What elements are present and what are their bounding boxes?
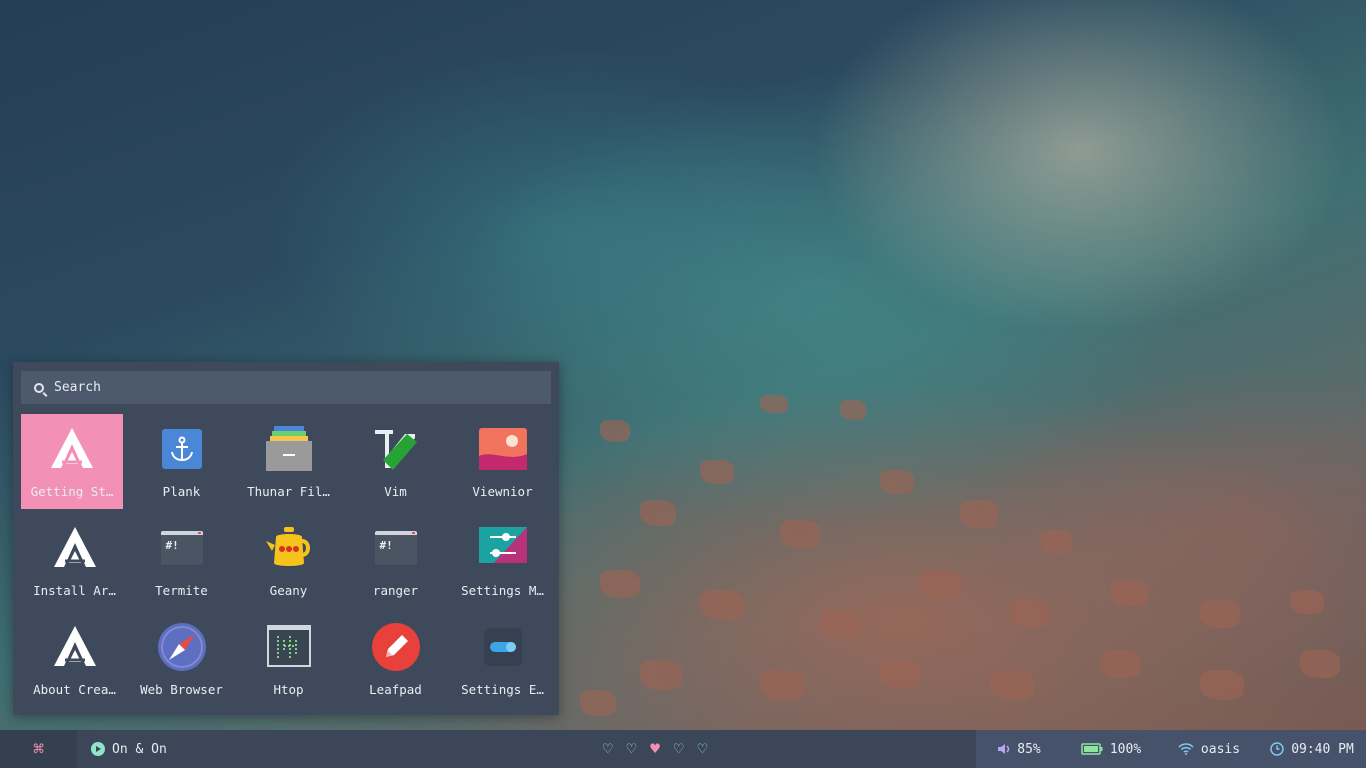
app-htop[interactable]: Htop	[235, 612, 342, 711]
workspace-4-heart-icon[interactable]: ♡	[674, 741, 684, 757]
app-about-creator[interactable]: About Crea…	[21, 612, 128, 711]
file-manager-icon	[264, 424, 314, 474]
now-playing-text: On & On	[112, 741, 167, 757]
pencil-icon	[371, 622, 421, 672]
app-label: Leafpad	[369, 682, 422, 697]
search-input[interactable]	[52, 379, 536, 396]
vim-icon	[371, 424, 421, 474]
app-vim[interactable]: Vim	[342, 414, 449, 513]
workspace-1-heart-icon[interactable]: ♡	[603, 741, 613, 757]
app-label: Settings M…	[461, 583, 544, 598]
workspace-5-heart-icon[interactable]: ♡	[698, 741, 708, 757]
speaker-icon	[998, 744, 1010, 754]
battery-level: 100%	[1109, 741, 1142, 757]
app-label: Getting St…	[30, 484, 114, 499]
app-label: Viewnior	[472, 484, 533, 499]
music-player[interactable]: On & On	[91, 730, 167, 768]
search-bar[interactable]	[21, 371, 551, 404]
wifi-icon	[1178, 743, 1194, 755]
clock-icon	[1270, 742, 1284, 756]
app-install-arch[interactable]: Install Ar…	[21, 513, 128, 612]
app-settings-editor[interactable]: Settings E…	[449, 612, 556, 711]
app-leafpad[interactable]: Leafpad	[342, 612, 449, 711]
app-menu-button[interactable]: ⌘	[0, 730, 77, 768]
app-ranger[interactable]: #! ranger	[342, 513, 449, 612]
battery-indicator[interactable]: 100%	[1062, 730, 1160, 768]
toggle-icon	[478, 622, 528, 672]
image-viewer-icon	[478, 424, 528, 474]
htop-icon	[264, 622, 314, 672]
command-icon: ⌘	[33, 738, 44, 760]
app-launcher: Getting St… Plank Thunar Fil… Vim Viewni…	[13, 362, 559, 715]
app-geany[interactable]: Geany	[235, 513, 342, 612]
workspace-3-heart-icon[interactable]: ♥	[650, 741, 660, 757]
app-termite[interactable]: #! Termite	[128, 513, 235, 612]
app-label: Web Browser	[140, 682, 223, 697]
clock-time: 09:40 PM	[1291, 741, 1354, 757]
app-thunar-file-manager[interactable]: Thunar Fil…	[235, 414, 342, 513]
app-label: Termite	[155, 583, 208, 598]
app-plank[interactable]: Plank	[128, 414, 235, 513]
app-label: Install Ar…	[33, 583, 116, 598]
app-label: Vim	[384, 484, 407, 499]
workspace-switcher: ♡ ♡ ♥ ♡ ♡	[603, 730, 707, 768]
search-icon	[34, 382, 44, 393]
app-grid: Getting St… Plank Thunar Fil… Vim Viewni…	[21, 414, 556, 711]
app-settings-manager[interactable]: Settings M…	[449, 513, 556, 612]
workspace-2-heart-icon[interactable]: ♡	[627, 741, 637, 757]
arch-logo-icon	[50, 622, 100, 672]
arch-logo-icon	[47, 424, 97, 474]
anchor-icon	[157, 424, 207, 474]
arch-logo-icon	[50, 523, 100, 573]
app-label: Thunar Fil…	[247, 484, 330, 499]
teapot-icon	[264, 523, 314, 573]
app-label: Htop	[273, 682, 304, 697]
compass-icon	[157, 622, 207, 672]
play-icon	[91, 742, 105, 756]
terminal-icon: #!	[371, 523, 421, 573]
battery-icon	[1081, 743, 1103, 755]
app-label: Settings E…	[461, 682, 544, 697]
app-label: Plank	[162, 484, 201, 499]
app-label: ranger	[372, 583, 419, 598]
terminal-icon: #!	[157, 523, 207, 573]
app-label: Geany	[269, 583, 308, 598]
settings-manager-icon	[478, 523, 528, 573]
bottom-panel: ⌘ On & On ♡ ♡ ♥ ♡ ♡ 85% 100% oasis 09:40…	[0, 730, 1366, 768]
app-viewnior[interactable]: Viewnior	[449, 414, 556, 513]
app-label: About Crea…	[33, 682, 116, 697]
volume-indicator[interactable]: 85%	[976, 730, 1062, 768]
network-indicator[interactable]: oasis	[1160, 730, 1258, 768]
volume-level: 85%	[1017, 741, 1041, 757]
clock[interactable]: 09:40 PM	[1258, 730, 1366, 768]
app-getting-started[interactable]: Getting St…	[21, 414, 123, 509]
app-web-browser[interactable]: Web Browser	[128, 612, 235, 711]
network-name: oasis	[1200, 741, 1241, 757]
